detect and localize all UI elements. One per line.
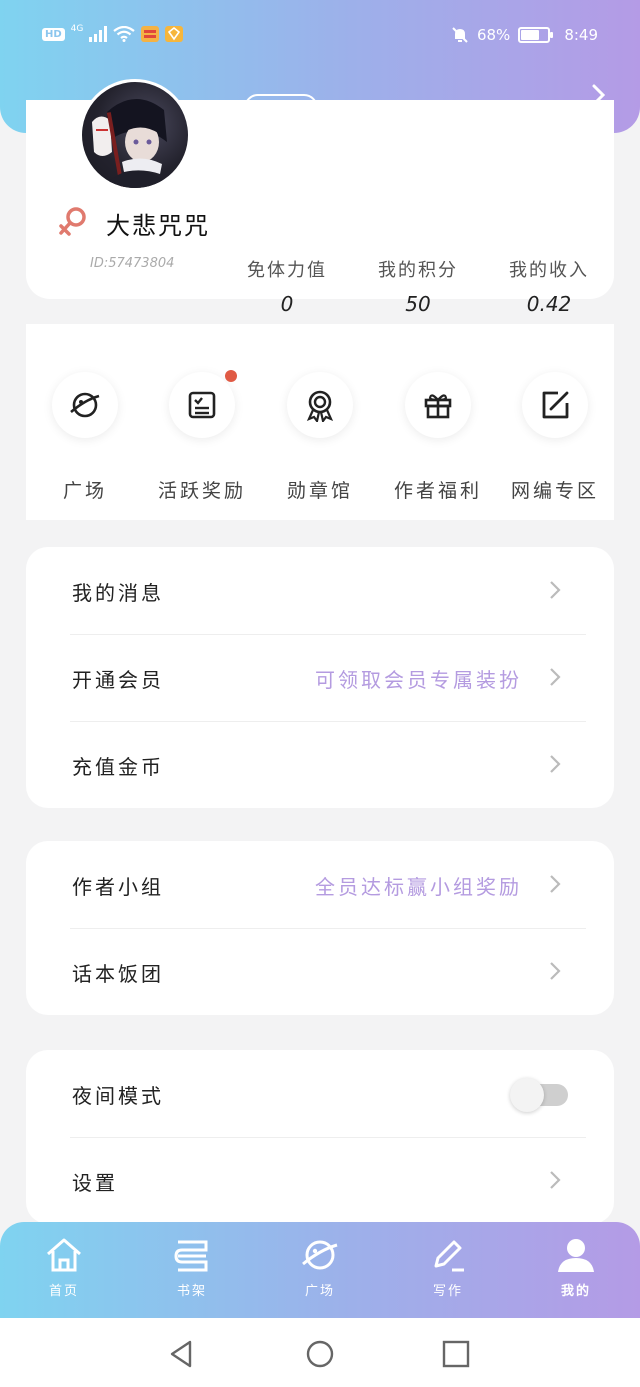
network-type: 4G	[70, 24, 84, 34]
edit-icon	[522, 372, 588, 438]
tab-label: 我的	[560, 1284, 591, 1299]
wifi-icon	[113, 26, 136, 42]
status-bar-right: 68% 8:49	[451, 26, 598, 44]
quick-action-label: 网编专区	[510, 480, 599, 502]
quick-action-label: 勋章馆	[286, 480, 353, 502]
toggle-knob	[510, 1078, 544, 1112]
quick-action-medal-hall[interactable]: 勋章馆	[261, 372, 379, 503]
chevron-right-icon	[550, 875, 561, 893]
bookshelf-icon	[174, 1240, 208, 1272]
home-icon	[47, 1238, 81, 1272]
clock: 8:49	[564, 26, 598, 44]
app-notification-icon-2	[165, 26, 184, 42]
menu-label: 我的消息	[72, 581, 164, 605]
battery-icon	[518, 27, 554, 43]
pen-icon	[434, 1240, 464, 1272]
quick-action-label: 广场	[62, 480, 107, 502]
tab-home[interactable]: 首页	[0, 1236, 128, 1299]
menu-row-night-mode: 夜间模式	[26, 1050, 614, 1137]
menu-hint: 可领取会员专属装扮	[315, 668, 522, 692]
tab-label: 广场	[304, 1284, 335, 1299]
menu-label: 作者小组	[72, 875, 164, 899]
chevron-right-icon	[550, 668, 561, 686]
stat-points[interactable]: 我的积分 50	[353, 256, 483, 316]
menu-label: 话本饭团	[72, 962, 164, 986]
stat-stamina[interactable]: 免体力值 0	[222, 256, 352, 316]
medal-icon	[287, 372, 353, 438]
recents-icon[interactable]	[440, 1338, 472, 1370]
planet-icon	[302, 1240, 338, 1270]
menu-group-account: 我的消息 开通会员 可领取会员专属装扮 充值金币	[26, 547, 614, 808]
bottom-tab-bar: 首页 书架 广场 写作 我的	[0, 1222, 640, 1318]
menu-row-fan-club[interactable]: 话本饭团	[26, 928, 614, 1015]
menu-row-membership[interactable]: 开通会员 可领取会员专属装扮	[26, 634, 614, 721]
stat-label: 免体力值	[247, 260, 327, 281]
notification-dot	[225, 370, 237, 382]
app-notification-icon	[141, 26, 160, 42]
female-icon	[59, 207, 86, 236]
status-bar-left: HD 4G	[42, 24, 184, 42]
stat-income[interactable]: 我的收入 0.42	[484, 256, 614, 316]
stat-value: 0.42	[526, 292, 572, 316]
menu-row-my-messages[interactable]: 我的消息	[26, 547, 614, 634]
night-mode-toggle[interactable]	[510, 1078, 568, 1112]
back-icon[interactable]	[166, 1338, 198, 1370]
battery-percent: 68%	[476, 26, 511, 44]
hd-badge: HD	[42, 27, 65, 41]
quick-action-active-reward[interactable]: 活跃奖励	[143, 370, 261, 503]
stat-value: 50	[405, 292, 431, 316]
menu-row-author-group[interactable]: 作者小组 全员达标赢小组奖励	[26, 841, 614, 928]
planet-icon	[52, 372, 118, 438]
quick-action-label: 活跃奖励	[157, 480, 246, 502]
chevron-right-icon	[550, 1171, 561, 1189]
stat-label: 我的积分	[378, 260, 458, 281]
menu-label: 开通会员	[72, 668, 164, 692]
level-badge[interactable]: Lv1	[244, 94, 318, 122]
tab-bookshelf[interactable]: 书架	[128, 1236, 256, 1299]
tab-write[interactable]: 写作	[384, 1236, 512, 1299]
menu-group-settings: 夜间模式 设置	[26, 1050, 614, 1224]
checklist-icon	[169, 370, 237, 438]
quick-actions-panel: 广场 活跃奖励 勋章馆 作者福利 网编专区	[26, 324, 614, 520]
stat-label: 我的收入	[509, 260, 589, 281]
menu-group-author: 作者小组 全员达标赢小组奖励 话本饭团	[26, 841, 614, 1015]
status-bar: HD 4G 68% 8:49	[0, 20, 640, 54]
quick-action-author-benefits[interactable]: 作者福利	[379, 372, 497, 503]
chevron-right-icon	[550, 962, 561, 980]
mute-bell-icon	[452, 27, 468, 43]
quick-action-label: 作者福利	[393, 480, 482, 502]
tab-label: 书架	[176, 1284, 207, 1299]
menu-hint: 全员达标赢小组奖励	[315, 875, 522, 899]
home-circle-icon[interactable]	[304, 1338, 336, 1370]
tab-label: 写作	[432, 1284, 463, 1299]
tab-me[interactable]: 我的	[512, 1236, 640, 1299]
menu-row-settings[interactable]: 设置	[26, 1137, 614, 1224]
stat-value: 0	[280, 292, 294, 316]
menu-label: 夜间模式	[72, 1084, 164, 1108]
user-icon	[558, 1239, 594, 1272]
chevron-right-icon	[550, 581, 561, 599]
menu-label: 设置	[72, 1171, 118, 1195]
menu-row-recharge-coins[interactable]: 充值金币	[26, 721, 614, 808]
tab-label: 首页	[48, 1284, 79, 1299]
quick-action-plaza[interactable]: 广场	[26, 372, 144, 503]
avatar[interactable]	[79, 79, 191, 191]
username: 大悲咒咒	[106, 212, 210, 240]
gift-icon	[405, 372, 471, 438]
signal-icon	[89, 26, 108, 42]
tab-plaza[interactable]: 广场	[256, 1236, 384, 1299]
user-id: ID:57473804	[90, 256, 175, 271]
chevron-right-icon	[550, 755, 561, 773]
quick-action-editor-zone[interactable]: 网编专区	[496, 372, 614, 503]
system-navigation-bar	[0, 1318, 640, 1387]
menu-label: 充值金币	[72, 755, 164, 779]
